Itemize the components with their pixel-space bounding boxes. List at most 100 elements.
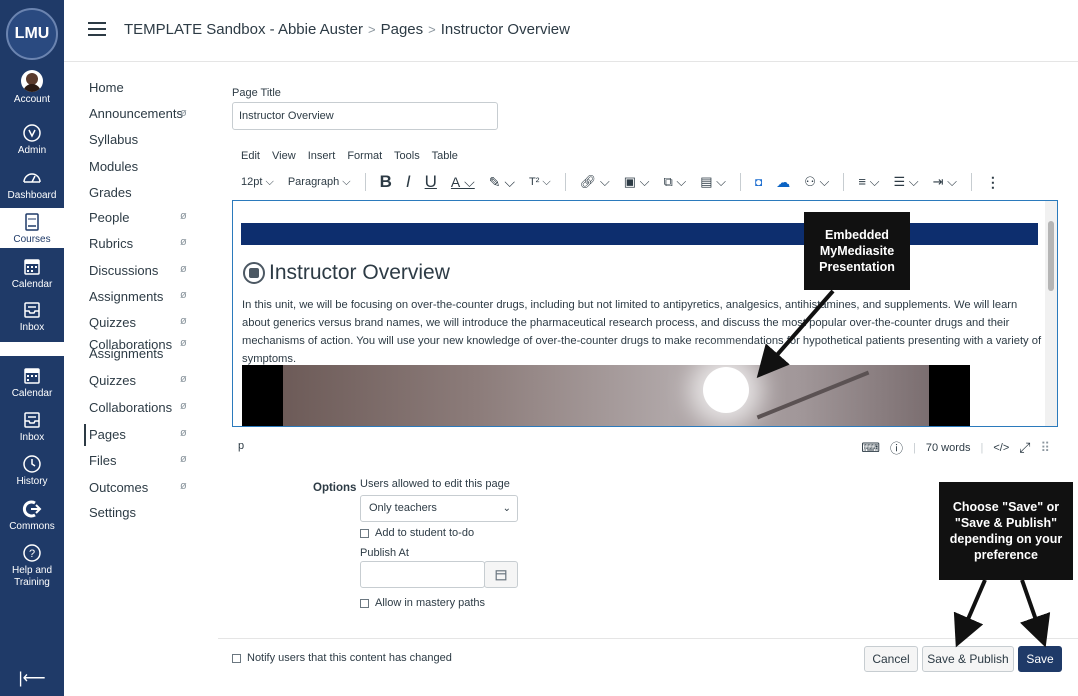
calendar-icon [495, 569, 507, 580]
course-nav-syllabus[interactable]: Syllabus [89, 132, 138, 147]
publish-at-label: Publish At [360, 547, 409, 559]
nav-help[interactable]: ? Help and Training [0, 543, 64, 589]
nav-inbox[interactable]: Inbox [0, 300, 64, 333]
block-format-select[interactable]: Paragraph ⌵ [288, 176, 351, 189]
nav-inbox-2[interactable]: Inbox [0, 410, 64, 443]
course-nav-quizzes[interactable]: Quizzes ø [89, 315, 187, 330]
course-nav-grades[interactable]: Grades [89, 185, 132, 200]
breadcrumb-pages[interactable]: Pages [381, 21, 424, 38]
publish-at-input[interactable] [360, 561, 485, 588]
content-heading: Instructor Overview [243, 261, 450, 285]
keyboard-icon[interactable]: ⌨ [861, 440, 880, 456]
menu-view[interactable]: View [272, 150, 296, 162]
options-label: Options [313, 482, 357, 494]
chevron-down-icon: ⌄ [502, 503, 511, 514]
text-color-icon[interactable]: A ⌵ [451, 174, 475, 191]
align-icon[interactable]: ≡ ⌵ [858, 174, 879, 190]
course-nav-files[interactable]: Files ø [89, 453, 187, 468]
content-heading-text: Instructor Overview [269, 261, 450, 284]
link-icon[interactable]: 🔗︎ ⌵ [580, 174, 610, 190]
mastery-paths-checkbox[interactable]: Allow in mastery paths [360, 597, 485, 609]
breadcrumb-course[interactable]: TEMPLATE Sandbox - Abbie Auster [124, 21, 363, 38]
hamburger-menu-icon[interactable] [88, 22, 106, 36]
nav-calendar-label: Calendar [11, 279, 53, 290]
course-nav-assignments-overlap[interactable]: Assignments [89, 346, 163, 361]
nav-calendar-2[interactable]: Calendar [0, 366, 64, 399]
ceiling-fan-blade [756, 370, 870, 420]
course-nav-settings[interactable]: Settings [89, 505, 136, 520]
checkbox-box[interactable] [360, 528, 369, 538]
embedded-video[interactable] [242, 365, 970, 426]
italic-icon[interactable]: I [406, 172, 411, 192]
checkbox-box[interactable] [232, 653, 241, 663]
hidden-eye-icon: ø [180, 107, 187, 119]
course-nav-modules[interactable]: Modules [89, 159, 138, 174]
image-icon[interactable]: ▣ ⌵ [624, 174, 650, 190]
save-button[interactable]: Save [1018, 646, 1062, 672]
edit-permission-select[interactable]: Only teachers ⌄ [360, 495, 518, 522]
notify-users-label: Notify users that this content has chang… [247, 652, 452, 664]
onedrive-cloud-icon[interactable]: ☁ [776, 174, 790, 191]
bold-icon[interactable]: B [380, 172, 392, 192]
editor-statusbar: p ⌨ ⓘ | 70 words | </> ⤢ ⠿ [232, 436, 1058, 456]
hidden-eye-icon: ø [180, 236, 187, 248]
notify-users-checkbox[interactable]: Notify users that this content has chang… [232, 652, 452, 664]
hidden-eye-icon: ø [180, 289, 187, 301]
course-nav-rubrics[interactable]: Rubrics ø [89, 236, 187, 251]
document-icon[interactable]: ▤ ⌵ [700, 174, 726, 190]
menu-table[interactable]: Table [432, 150, 458, 162]
collapse-nav-button[interactable]: |⟵ [0, 668, 64, 688]
scrollbar-thumb[interactable] [1048, 221, 1054, 291]
more-vertical-icon[interactable]: ⋮ [986, 174, 1000, 191]
course-nav-pages[interactable]: Pages ø [89, 427, 187, 442]
menu-tools[interactable]: Tools [394, 150, 420, 162]
nav-admin[interactable]: Admin [0, 123, 64, 156]
nav-commons[interactable]: Commons [0, 499, 64, 532]
course-nav-announcements[interactable]: Announcements ø [89, 106, 187, 121]
course-nav-assignments[interactable]: Assignments ø [89, 289, 187, 304]
add-todo-checkbox[interactable]: Add to student to-do [360, 527, 474, 539]
html-toggle[interactable]: </> [993, 442, 1009, 454]
course-nav-outcomes[interactable]: Outcomes ø [89, 480, 187, 495]
page-title-input[interactable]: Instructor Overview [232, 102, 498, 130]
course-nav-discussions[interactable]: Discussions ø [89, 263, 187, 278]
publish-at-calendar-button[interactable] [484, 561, 518, 588]
course-nav-collaborations-2[interactable]: Collaborations ø [89, 400, 187, 415]
cancel-button[interactable]: Cancel [864, 646, 918, 672]
fullscreen-icon[interactable]: ⤢ [1019, 439, 1030, 456]
lmu-logo[interactable]: LMU [6, 8, 58, 60]
toolbar-divider [843, 173, 845, 191]
nav-courses[interactable]: Courses [0, 208, 64, 248]
font-size-select[interactable]: 12pt ⌵ [241, 176, 274, 189]
plugin-icon[interactable]: ⚇ ⌵ [804, 174, 829, 190]
course-nav-home[interactable]: Home [89, 80, 124, 95]
menu-edit[interactable]: Edit [241, 150, 260, 162]
video-frame [283, 365, 929, 426]
save-and-publish-button[interactable]: Save & Publish [922, 646, 1014, 672]
indent-icon[interactable]: ⇥ ⌵ [933, 174, 957, 190]
mediasite-icon[interactable]: ◘ [755, 175, 762, 189]
nav-dashboard[interactable]: Dashboard [0, 168, 64, 201]
toolbar-divider [364, 173, 366, 191]
nav-commons-label: Commons [9, 521, 55, 532]
element-path[interactable]: p [238, 440, 244, 452]
nav-history[interactable]: History [0, 454, 64, 487]
course-nav-people[interactable]: People ø [89, 210, 187, 225]
underline-icon[interactable]: U [425, 172, 437, 192]
breadcrumb-separator: > [428, 22, 436, 37]
highlight-icon[interactable]: ✎ ⌵ [489, 174, 515, 191]
nav-calendar[interactable]: Calendar [0, 257, 64, 290]
menu-format[interactable]: Format [347, 150, 382, 162]
accessibility-icon[interactable]: ⓘ [890, 438, 903, 457]
media-icon[interactable]: ⧉ ⌵ [664, 174, 687, 190]
word-count[interactable]: 70 words [926, 442, 971, 454]
rich-text-editor[interactable]: Instructor Overview In this unit, we wil… [232, 200, 1058, 427]
checkbox-box[interactable] [360, 598, 369, 608]
nav-account[interactable]: Account [0, 70, 64, 105]
resize-handle-icon[interactable]: ⠿ [1040, 440, 1050, 456]
editor-scrollbar[interactable] [1045, 201, 1057, 426]
course-nav-quizzes-2[interactable]: Quizzes ø [89, 373, 187, 388]
menu-insert[interactable]: Insert [308, 150, 336, 162]
list-icon[interactable]: ☰ ⌵ [893, 174, 918, 190]
superscript-icon[interactable]: T² ⌵ [529, 176, 551, 189]
